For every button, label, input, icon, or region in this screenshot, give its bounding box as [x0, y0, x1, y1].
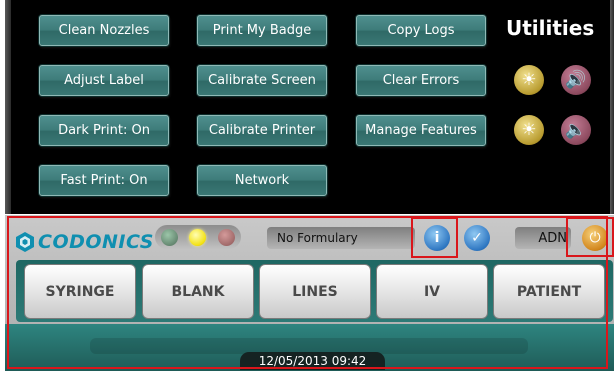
right-rail — [610, 0, 614, 214]
codonics-logo: CODONICS — [14, 231, 154, 253]
volume-icon[interactable]: 🔊 — [561, 65, 591, 95]
brightness-icon[interactable]: ☀ — [514, 65, 544, 95]
formulary-display: No Formulary — [267, 227, 415, 249]
print-my-badge-button[interactable]: Print My Badge — [197, 15, 327, 46]
status-lights — [155, 225, 241, 249]
logo-text: CODONICS — [38, 231, 154, 253]
footer: 12/05/2013 09:42 — [5, 324, 614, 371]
brightness-icon[interactable]: ☀ — [514, 115, 544, 145]
calibrate-screen-button[interactable]: Calibrate Screen — [197, 65, 327, 96]
dark-print-button[interactable]: Dark Print: On — [39, 115, 169, 146]
power-icon[interactable]: ⏻ — [582, 225, 608, 251]
tab-syringe[interactable]: SYRINGE — [24, 264, 136, 319]
tab-bar: SYRINGE BLANK LINES IV PATIENT — [16, 260, 613, 322]
manage-features-button[interactable]: Manage Features — [356, 115, 486, 146]
network-button[interactable]: Network — [197, 165, 327, 196]
user-display: ADN — [515, 227, 571, 249]
info-icon[interactable]: i — [424, 225, 450, 251]
clear-errors-button[interactable]: Clear Errors — [356, 65, 486, 96]
tab-patient[interactable]: PATIENT — [493, 264, 605, 319]
copy-logs-button[interactable]: Copy Logs — [356, 15, 486, 46]
left-rail — [5, 0, 11, 214]
tab-blank[interactable]: BLANK — [142, 264, 254, 319]
status-light-yellow — [189, 228, 207, 246]
datetime-display: 12/05/2013 09:42 — [240, 352, 385, 370]
status-panel: CODONICS No Formulary i ✓ ADN ⏻ SYRINGE … — [5, 215, 614, 371]
tab-lines[interactable]: LINES — [259, 264, 371, 319]
codonics-logo-icon — [16, 232, 34, 252]
help-icon[interactable]: ✓ — [464, 225, 490, 251]
tab-iv[interactable]: IV — [376, 264, 488, 319]
status-light-red — [218, 228, 236, 246]
clean-nozzles-button[interactable]: Clean Nozzles — [39, 15, 169, 46]
utilities-screen: Clean Nozzles Print My Badge Copy Logs U… — [5, 0, 614, 214]
calibrate-printer-button[interactable]: Calibrate Printer — [197, 115, 327, 146]
fast-print-button[interactable]: Fast Print: On — [39, 165, 169, 196]
adjust-label-button[interactable]: Adjust Label — [39, 65, 169, 96]
status-light-green — [160, 228, 178, 246]
page-title: Utilities — [506, 16, 595, 40]
volume-icon[interactable]: 🔈 — [561, 115, 591, 145]
